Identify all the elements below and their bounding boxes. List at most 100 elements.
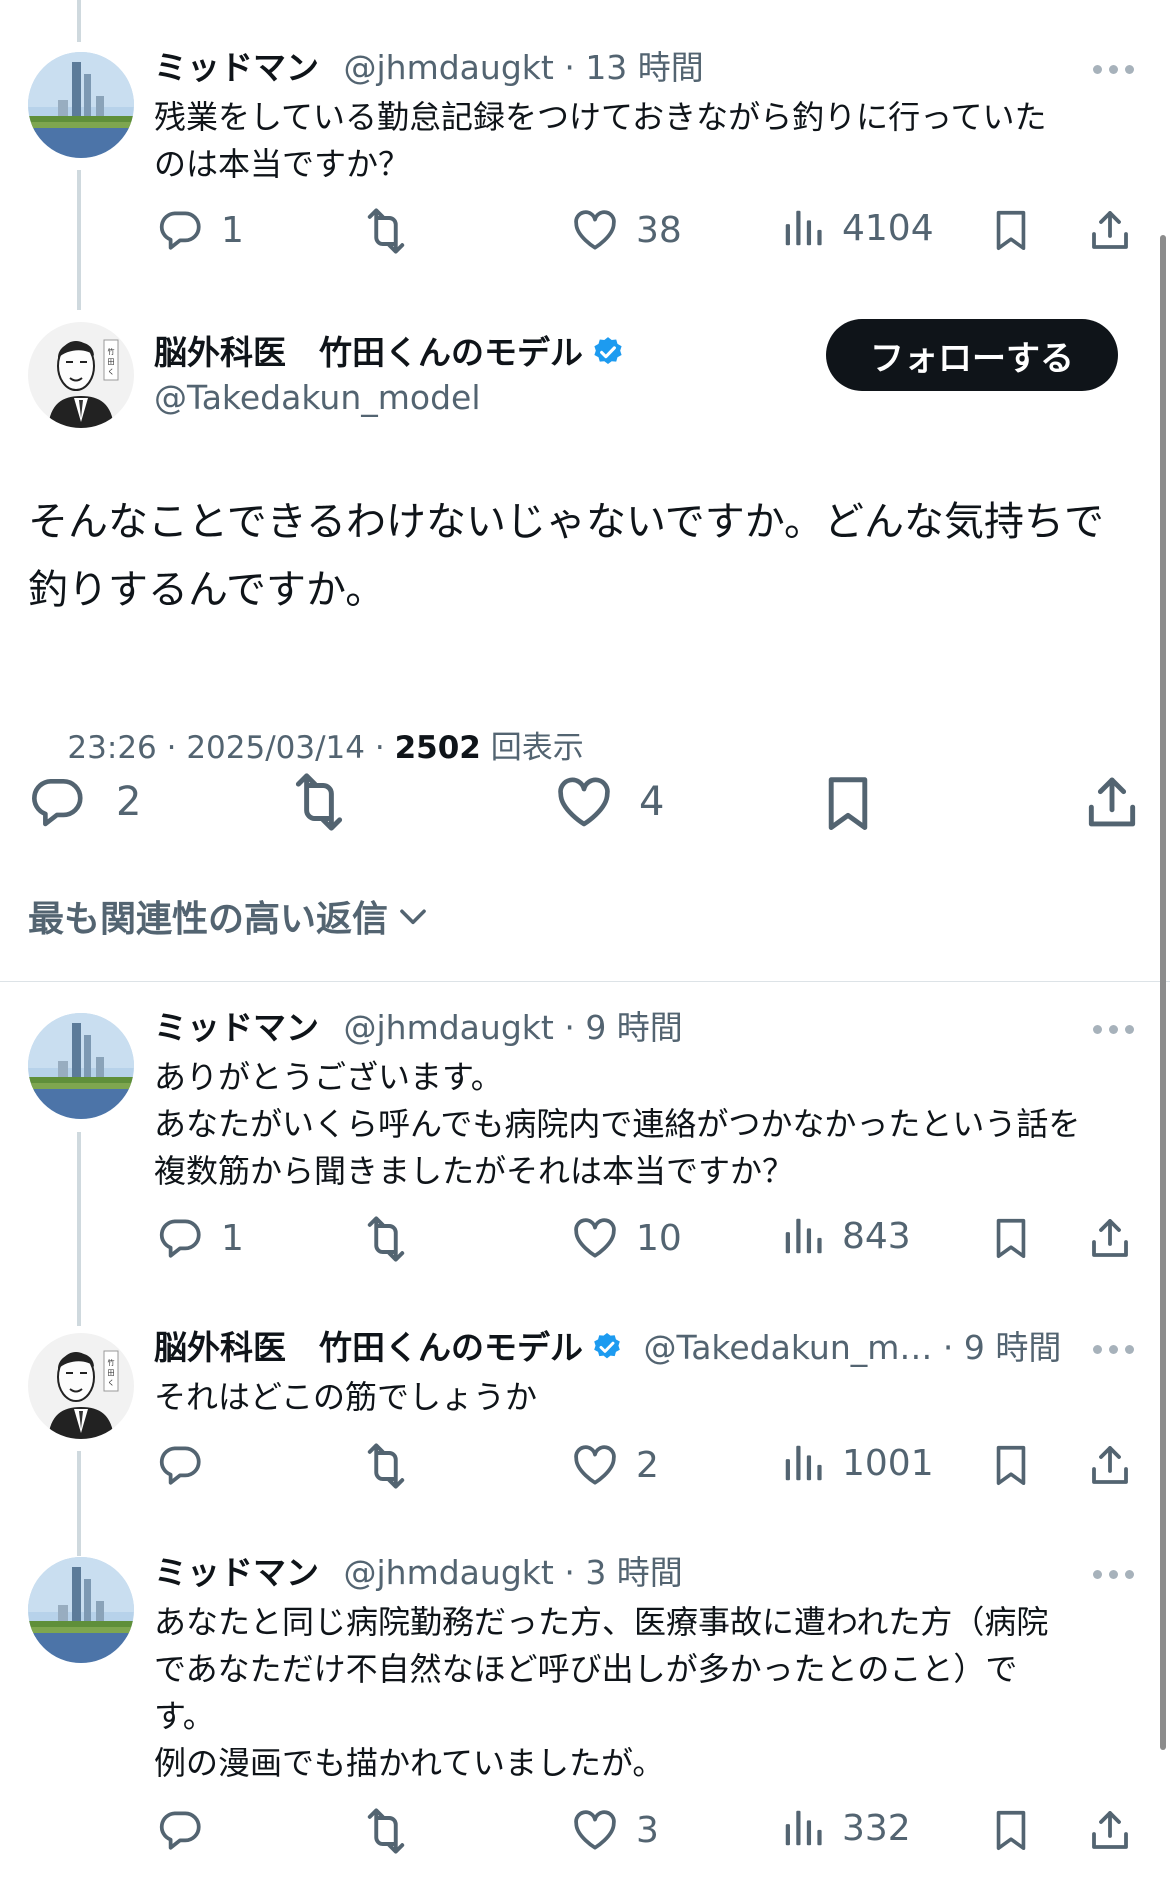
chevron-down-icon	[400, 909, 426, 925]
user-handle[interactable]: @jhmdaugkt	[344, 1553, 554, 1592]
retweet-button[interactable]	[286, 769, 352, 835]
share-button[interactable]	[1086, 1214, 1134, 1262]
like-count: 4	[639, 779, 665, 825]
retweet-button[interactable]	[360, 1213, 412, 1265]
bookmark-button[interactable]	[817, 771, 879, 835]
like-button[interactable]: 10	[570, 1213, 682, 1263]
bookmark-icon	[988, 206, 1034, 254]
meta-time[interactable]: 23:26 · 2025/03/14 ·	[67, 730, 394, 766]
timestamp[interactable]: 9 時間	[585, 1008, 683, 1047]
like-count: 10	[636, 1217, 682, 1259]
timestamp[interactable]: 3 時間	[585, 1553, 683, 1592]
bookmark-icon	[988, 1806, 1034, 1854]
like-icon	[570, 1213, 620, 1263]
retweet-button[interactable]	[360, 205, 412, 257]
user-handle[interactable]: @jhmdaugkt	[344, 48, 554, 87]
like-icon	[570, 205, 620, 255]
avatar[interactable]	[28, 1013, 134, 1119]
share-button[interactable]	[1086, 1441, 1134, 1489]
views-count: 1001	[842, 1442, 934, 1484]
share-button[interactable]	[1086, 1806, 1134, 1854]
reply-icon	[155, 1440, 205, 1490]
separator: ·	[564, 1008, 575, 1047]
bookmark-button[interactable]	[988, 206, 1034, 254]
avatar[interactable]	[28, 322, 134, 428]
views-icon	[780, 1440, 826, 1486]
main-tweet-text: そんなことできるわけないじゃないですか。どんな気持ちで 釣りするんですか。	[28, 499, 1104, 613]
display-name[interactable]: ミッドマン	[154, 1553, 319, 1592]
bookmark-button[interactable]	[988, 1441, 1034, 1489]
views-icon	[780, 1213, 826, 1259]
divider	[0, 981, 1170, 982]
like-button[interactable]: 4	[553, 771, 664, 833]
display-name[interactable]: 脳外科医 竹田くんのモデル	[154, 1328, 583, 1367]
retweet-icon	[360, 205, 412, 257]
share-icon	[1086, 1214, 1134, 1262]
reply-button[interactable]	[155, 1440, 205, 1490]
tweet-text: あなたと同じ病院勤務だった方、医療事故に遭われた方（病院 であなただけ不自然なほ…	[154, 1603, 1049, 1782]
like-button[interactable]: 3	[570, 1805, 659, 1855]
avatar[interactable]	[28, 1557, 134, 1663]
views-count: 332	[842, 1807, 911, 1849]
verified-badge-icon	[591, 335, 625, 369]
retweet-button[interactable]	[360, 1440, 412, 1492]
separator: ·	[564, 48, 575, 87]
reply-sort-dropdown[interactable]: 最も関連性の高い返信	[28, 890, 432, 942]
views-button[interactable]: 332	[780, 1805, 911, 1851]
scrollbar[interactable]	[1160, 235, 1166, 1750]
tweet-header: ミッドマン @jhmdaugkt · 3 時間	[154, 1553, 683, 1593]
share-button[interactable]	[1081, 771, 1143, 833]
like-icon	[553, 771, 615, 833]
reply-button[interactable]	[155, 1805, 205, 1855]
views-button[interactable]: 1001	[780, 1440, 934, 1486]
like-count: 2	[636, 1444, 659, 1486]
views-icon	[780, 1805, 826, 1851]
more-icon[interactable]	[1093, 1345, 1137, 1357]
tweet-text: 残業をしている勤怠記録をつけておきながら釣りに行っていた のは本当ですか？	[154, 98, 1047, 183]
share-icon	[1081, 771, 1143, 833]
separator: ·	[942, 1328, 954, 1367]
verified-badge-icon	[591, 1331, 623, 1363]
more-icon[interactable]	[1093, 1025, 1137, 1037]
reply-button[interactable]: 1	[155, 205, 244, 255]
like-button[interactable]: 38	[570, 205, 682, 255]
bookmark-icon	[988, 1214, 1034, 1262]
views-count: 843	[842, 1215, 911, 1257]
like-icon	[570, 1440, 620, 1490]
follow-button[interactable]: フォローする	[826, 319, 1118, 391]
retweet-icon	[360, 1805, 412, 1857]
more-icon[interactable]	[1093, 65, 1137, 77]
share-icon	[1086, 1441, 1134, 1489]
retweet-icon	[360, 1440, 412, 1492]
timestamp[interactable]: 13 時間	[585, 48, 703, 87]
user-handle[interactable]: @jhmdaugkt	[344, 1008, 554, 1047]
bookmark-button[interactable]	[988, 1214, 1034, 1262]
avatar[interactable]	[28, 52, 134, 158]
views-button[interactable]: 843	[780, 1213, 911, 1259]
tweet-text: それはどこの筋でしょうか	[154, 1378, 538, 1416]
tweet-header: ミッドマン @jhmdaugkt · 9 時間	[154, 1008, 683, 1048]
more-icon[interactable]	[1093, 1570, 1137, 1582]
bookmark-button[interactable]	[988, 1806, 1034, 1854]
views-icon	[780, 205, 826, 251]
like-count: 38	[636, 209, 682, 251]
tweet-text: ありがとうございます。 あなたがいくら呼んでも病院内で連絡がつかなかったという話…	[154, 1058, 1081, 1190]
thread-line	[77, 1132, 81, 1326]
avatar[interactable]	[28, 1333, 134, 1439]
views-button[interactable]: 4104	[780, 205, 934, 251]
timestamp[interactable]: 9 時間	[964, 1328, 1062, 1367]
display-name[interactable]: ミッドマン	[154, 48, 319, 87]
reply-count: 1	[221, 209, 244, 251]
share-button[interactable]	[1086, 206, 1134, 254]
like-button[interactable]: 2	[570, 1440, 659, 1490]
user-handle[interactable]: @Takedakun_m…	[644, 1328, 933, 1367]
display-name[interactable]: ミッドマン	[154, 1008, 319, 1047]
retweet-button[interactable]	[360, 1805, 412, 1857]
reply-count: 1	[221, 1217, 244, 1259]
reply-button[interactable]: 1	[155, 1213, 244, 1263]
separator: ·	[564, 1553, 575, 1592]
meta-views-label: 回表示	[480, 730, 584, 766]
display-name[interactable]: 脳外科医 竹田くんのモデル	[154, 333, 583, 372]
reply-button[interactable]: 2	[26, 771, 141, 833]
user-handle[interactable]: @Takedakun_model	[154, 378, 481, 418]
